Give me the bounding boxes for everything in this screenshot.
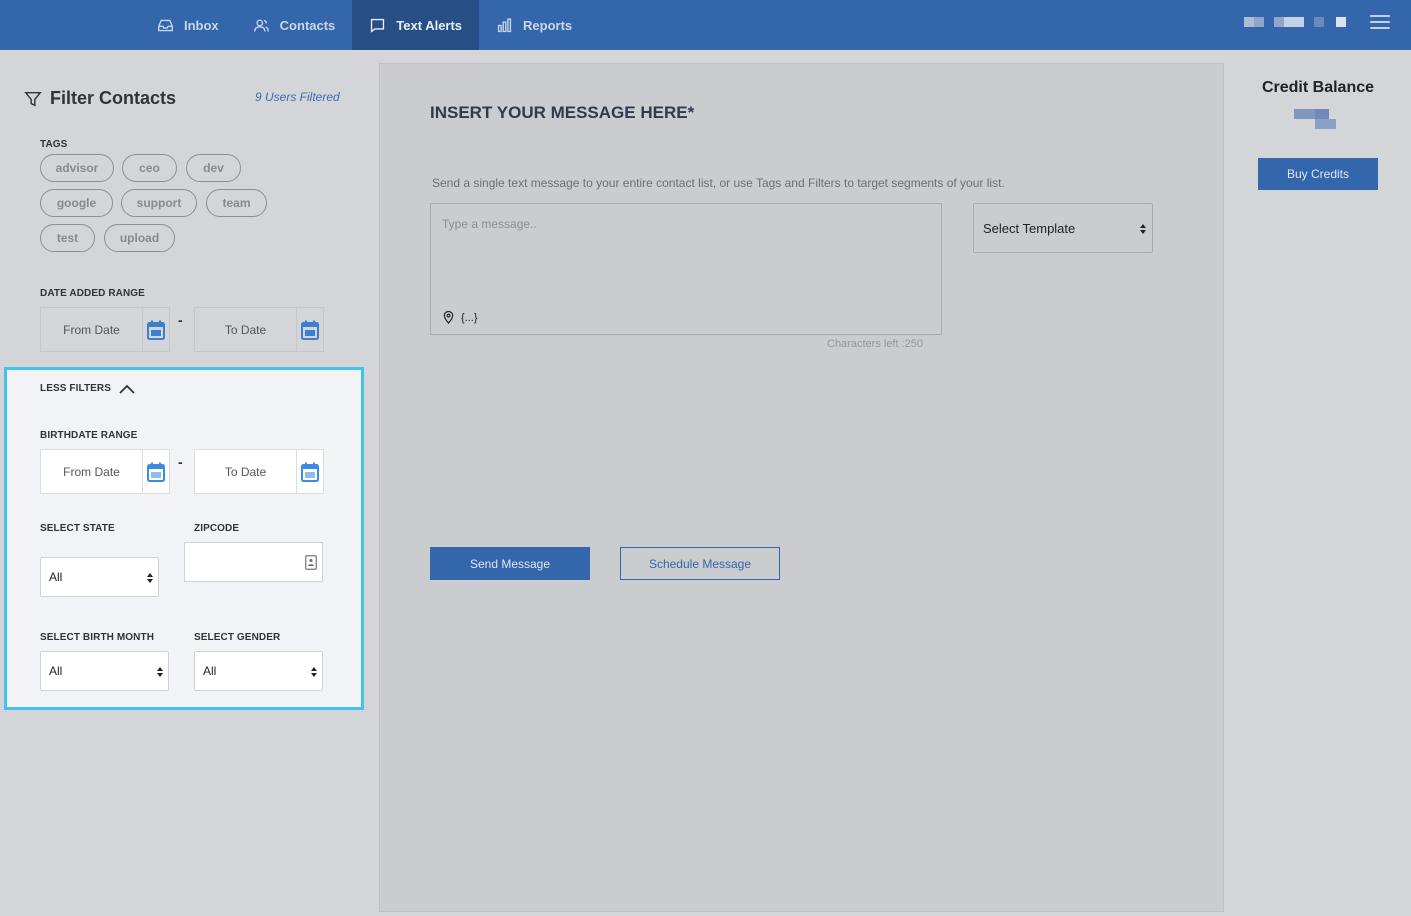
nav-item-text-alerts[interactable]: Text Alerts bbox=[352, 0, 480, 50]
tag-support[interactable]: support bbox=[121, 189, 197, 217]
gender-select-value: All bbox=[203, 664, 217, 678]
nav-item-label: Inbox bbox=[184, 17, 219, 33]
tags-label: TAGS bbox=[40, 139, 68, 150]
nav-item-label: Contacts bbox=[279, 17, 336, 33]
filter-header: Filter Contacts bbox=[24, 88, 176, 109]
zipcode-input[interactable] bbox=[184, 542, 323, 582]
birth-month-select[interactable]: All bbox=[40, 651, 169, 691]
birthdate-from[interactable]: From Date bbox=[40, 449, 170, 494]
variable-token-button[interactable]: {...} bbox=[461, 312, 478, 324]
nav-item-reports[interactable]: Reports bbox=[479, 0, 589, 50]
contacts-icon bbox=[253, 19, 269, 32]
birth-month-select-value: All bbox=[49, 664, 63, 678]
redacted-credit-value bbox=[1294, 109, 1336, 129]
birthdate-to[interactable]: To Date bbox=[194, 449, 324, 494]
date-added-from[interactable]: From Date bbox=[40, 307, 170, 352]
message-tools: {...} bbox=[442, 311, 478, 324]
date-placeholder: To Date bbox=[224, 322, 267, 337]
tag-dev[interactable]: dev bbox=[186, 154, 241, 182]
calendar-icon[interactable] bbox=[296, 308, 323, 351]
nav-item-inbox[interactable]: Inbox bbox=[140, 0, 236, 50]
less-filters-toggle[interactable]: LESS FILTERS bbox=[40, 383, 135, 394]
calendar-icon[interactable] bbox=[142, 308, 169, 351]
buy-credits-button[interactable]: Buy Credits bbox=[1258, 158, 1378, 190]
message-subtitle: Send a single text message to your entir… bbox=[432, 176, 1005, 190]
message-title: INSERT YOUR MESSAGE HERE* bbox=[430, 103, 695, 122]
redacted-username bbox=[1244, 17, 1346, 27]
select-arrows-icon bbox=[1140, 224, 1146, 234]
select-arrows-icon bbox=[157, 667, 163, 677]
tag-upload[interactable]: upload bbox=[104, 224, 175, 252]
credit-balance-title: Credit Balance bbox=[1261, 79, 1375, 96]
less-filters-label: LESS FILTERS bbox=[40, 383, 112, 394]
template-select-value: Select Template bbox=[983, 220, 1076, 236]
filter-title: Filter Contacts bbox=[50, 88, 177, 108]
tag-advisor[interactable]: advisor bbox=[40, 154, 114, 182]
select-arrows-icon bbox=[147, 573, 153, 583]
contact-card-icon bbox=[305, 555, 317, 570]
hamburger-icon[interactable] bbox=[1370, 15, 1390, 33]
date-placeholder: From Date bbox=[63, 464, 120, 479]
state-label: SELECT STATE bbox=[40, 523, 115, 534]
date-added-label: DATE ADDED RANGE bbox=[40, 288, 145, 299]
nav-item-label: Text Alerts bbox=[396, 17, 463, 33]
select-arrows-icon bbox=[311, 667, 317, 677]
birthdate-label: BIRTHDATE RANGE bbox=[40, 430, 138, 441]
message-placeholder: Type a message.. bbox=[442, 217, 537, 231]
chat-icon bbox=[371, 18, 385, 33]
inbox-icon bbox=[158, 19, 173, 31]
range-separator: - bbox=[178, 454, 183, 470]
calendar-icon[interactable] bbox=[142, 450, 169, 493]
top-navbar: Inbox Contacts Text Alerts Reports bbox=[0, 0, 1411, 50]
schedule-message-button[interactable]: Schedule Message bbox=[620, 547, 780, 580]
nav-item-label: Reports bbox=[523, 17, 573, 33]
location-pin-icon[interactable] bbox=[442, 311, 455, 324]
calendar-icon[interactable] bbox=[296, 450, 323, 493]
birth-month-label: SELECT BIRTH MONTH bbox=[40, 632, 155, 643]
date-placeholder: From Date bbox=[63, 322, 120, 337]
send-message-button[interactable]: Send Message bbox=[430, 547, 590, 580]
message-card bbox=[379, 63, 1224, 912]
chevron-up-icon bbox=[119, 384, 135, 394]
state-select[interactable]: All bbox=[40, 557, 159, 597]
filter-icon bbox=[24, 91, 42, 106]
tag-ceo[interactable]: ceo bbox=[122, 154, 177, 182]
state-select-value: All bbox=[49, 570, 63, 584]
nav-item-contacts[interactable]: Contacts bbox=[236, 0, 353, 50]
message-textarea[interactable]: Type a message.. {...} bbox=[430, 203, 942, 335]
users-filtered-count: 9 Users Filtered bbox=[255, 90, 340, 104]
date-added-to[interactable]: To Date bbox=[194, 307, 324, 352]
tag-google[interactable]: google bbox=[40, 189, 113, 217]
tag-team[interactable]: team bbox=[206, 189, 267, 217]
gender-label: SELECT GENDER bbox=[194, 632, 281, 643]
bar-chart-icon bbox=[497, 17, 512, 32]
main-nav: Inbox Contacts Text Alerts Reports bbox=[140, 0, 589, 50]
tag-test[interactable]: test bbox=[40, 224, 95, 252]
range-separator: - bbox=[178, 312, 183, 328]
date-placeholder: To Date bbox=[224, 464, 267, 479]
gender-select[interactable]: All bbox=[194, 651, 323, 691]
zipcode-label: ZIPCODE bbox=[194, 523, 240, 534]
template-select[interactable]: Select Template bbox=[973, 203, 1153, 253]
characters-left: Characters left :250 bbox=[827, 338, 923, 350]
